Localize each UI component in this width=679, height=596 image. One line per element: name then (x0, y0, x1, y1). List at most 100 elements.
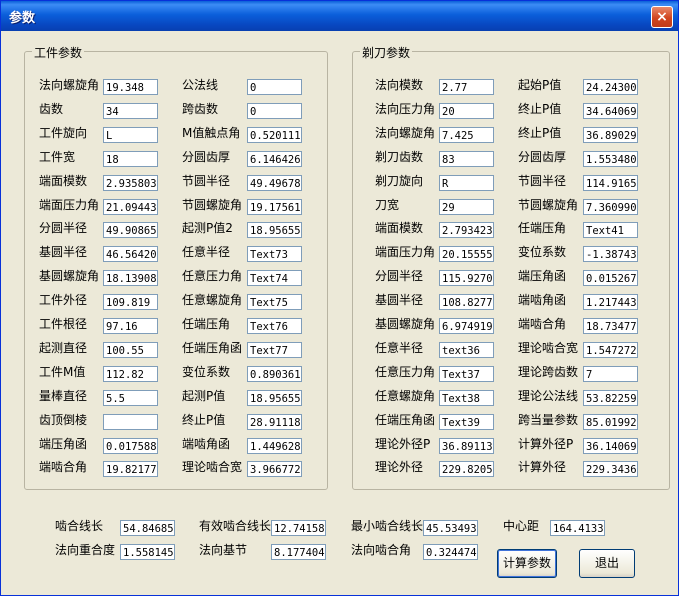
col4-textbox[interactable]: 1.2174430 (583, 294, 638, 311)
summary-label: 法向基节 (199, 543, 248, 557)
col2-textbox[interactable]: 0 (247, 79, 302, 95)
summary-textbox[interactable]: 8.1774040 (271, 544, 326, 560)
col1-textbox[interactable]: 100.55 (103, 341, 158, 358)
col3-textbox[interactable]: R (439, 174, 494, 191)
col4-textbox[interactable]: 1.5472728 (583, 341, 638, 358)
col2-textbox[interactable]: 18.956551 (247, 389, 302, 406)
col2-textbox[interactable]: Text73 (247, 246, 302, 263)
col2-label: M值触点角 (182, 125, 241, 140)
col2-textbox[interactable]: 0.5201116 (247, 126, 302, 143)
col4-textbox[interactable]: 0.0152671 (583, 270, 638, 287)
col2-textbox[interactable]: Text77 (247, 341, 302, 358)
col1-textbox[interactable]: 5.5 (103, 389, 158, 406)
col3-textbox[interactable]: 29 (439, 198, 494, 215)
col1-textbox[interactable]: 2.9358032 (103, 174, 158, 191)
col2-label: 端啮角函 (182, 436, 231, 451)
col3-label: 法向模数 (375, 78, 424, 92)
col1-textbox[interactable]: 46.564200 (103, 246, 158, 263)
col4-label: 计算外径P (518, 436, 574, 451)
col1-textbox[interactable]: 18 (103, 150, 158, 167)
col3-textbox[interactable]: 2.77 (439, 79, 494, 95)
col4-label: 起始P值 (518, 78, 562, 92)
col2-textbox[interactable]: 28.911183 (247, 413, 302, 430)
col3-textbox[interactable]: 115.92706 (439, 270, 494, 287)
col4-textbox[interactable]: 85.019926 (583, 413, 638, 430)
col2-textbox[interactable]: 49.496788 (247, 174, 302, 191)
col2-label: 任意半径 (182, 245, 231, 260)
col4-textbox[interactable]: 1.5534804 (583, 150, 638, 167)
col3-label: 任意半径 (375, 340, 424, 355)
col4-textbox[interactable]: 18.734774 (583, 318, 638, 334)
col4-textbox[interactable]: 229.34367 (583, 461, 638, 478)
col1-textbox[interactable]: 97.16 (103, 318, 158, 334)
col3-textbox[interactable]: Text39 (439, 413, 494, 430)
col2-textbox[interactable]: Text76 (247, 318, 302, 334)
summary-textbox[interactable]: 12.741586 (271, 520, 326, 536)
col4-textbox[interactable]: 36.890295 (583, 126, 638, 143)
col4-textbox[interactable]: 36.140693 (583, 437, 638, 454)
col2-textbox[interactable]: 6.1464265 (247, 150, 302, 167)
col2-textbox[interactable]: 1.4496283 (247, 437, 302, 454)
col1-label: 工件宽 (39, 149, 76, 164)
summary-textbox[interactable]: 164.41333 (550, 520, 605, 536)
summary-textbox[interactable]: 0.3244745 (423, 544, 478, 560)
col3-textbox[interactable]: Text38 (439, 389, 494, 406)
col1-textbox[interactable]: L (103, 126, 158, 143)
col2-textbox[interactable]: 18.956551 (247, 222, 302, 239)
col4-label: 节圆螺旋角 (518, 197, 579, 212)
col1-textbox[interactable]: 34 (103, 102, 158, 119)
col2-textbox[interactable]: 19.175612 (247, 198, 302, 215)
col2-textbox[interactable]: 0.8903615 (247, 365, 302, 382)
col3-textbox[interactable]: 36.891139 (439, 437, 494, 454)
col2-textbox[interactable]: Text75 (247, 294, 302, 311)
col4-textbox[interactable]: 34.640693 (583, 102, 638, 119)
close-icon[interactable]: × (651, 6, 673, 28)
summary-textbox[interactable]: 45.534939 (423, 520, 478, 536)
col3-textbox[interactable]: 7.425 (439, 126, 494, 143)
col3-textbox[interactable]: 108.82775 (439, 294, 494, 311)
col4-textbox[interactable]: 114.91654 (583, 174, 638, 191)
calc-params-button[interactable]: 计算参数 (497, 549, 557, 578)
col3-label: 法向螺旋角 (375, 125, 436, 140)
col2-textbox[interactable]: Text74 (247, 270, 302, 287)
col2-textbox[interactable]: 0 (247, 102, 302, 119)
col1-textbox[interactable] (103, 413, 158, 430)
exit-button[interactable]: 退出 (579, 549, 635, 578)
col1-textbox[interactable]: 19.821776 (103, 461, 158, 478)
col3-textbox[interactable]: text36 (439, 341, 494, 358)
col1-textbox[interactable]: 21.094435 (103, 198, 158, 215)
col3-textbox[interactable]: 229.82057 (439, 461, 494, 478)
col3-textbox[interactable]: 20.155559 (439, 246, 494, 263)
col4-textbox[interactable]: -1.387439 (583, 246, 638, 263)
col4-textbox[interactable]: 53.822595 (583, 389, 638, 406)
col3-textbox[interactable]: 20 (439, 102, 494, 119)
col3-textbox[interactable]: Text37 (439, 365, 494, 382)
col3-textbox[interactable]: 83 (439, 150, 494, 167)
col1-textbox[interactable]: 49.908654 (103, 222, 158, 239)
col1-label: 端啮合角 (39, 460, 88, 475)
col1-label: 工件外径 (39, 293, 88, 308)
col1-textbox[interactable]: 0.0175889 (103, 437, 158, 454)
window-title: 参数 (9, 11, 36, 26)
summary-textbox[interactable]: 1.5581456 (120, 544, 175, 560)
col4-textbox[interactable]: 24.243003 (583, 79, 638, 95)
col1-label: 基圆螺旋角 (39, 269, 100, 284)
col1-label: 端压角函 (39, 436, 88, 451)
col1-label: 工件M值 (39, 364, 86, 379)
col1-textbox[interactable]: 19.348 (103, 79, 158, 95)
col3-label: 任端压角函 (375, 412, 436, 427)
col4-textbox[interactable]: 7 (583, 365, 638, 382)
col4-label: 分圆齿厚 (518, 149, 567, 164)
title-bar[interactable]: 参数 × (1, 1, 678, 31)
col1-textbox[interactable]: 112.82 (103, 365, 158, 382)
col4-label: 端啮角函 (518, 293, 567, 308)
col3-textbox[interactable]: 6.9749198 (439, 318, 494, 334)
col2-textbox[interactable]: 3.9667721 (247, 461, 302, 478)
col3-textbox[interactable]: 2.7934232 (439, 222, 494, 239)
col1-textbox[interactable]: 109.819 (103, 294, 158, 311)
col4-textbox[interactable]: 7.3609906 (583, 198, 638, 215)
summary-textbox[interactable]: 54.846857 (120, 520, 175, 536)
col4-textbox[interactable]: Text41 (583, 222, 638, 239)
col1-label: 齿顶倒棱 (39, 412, 88, 427)
col1-textbox[interactable]: 18.139088 (103, 270, 158, 287)
